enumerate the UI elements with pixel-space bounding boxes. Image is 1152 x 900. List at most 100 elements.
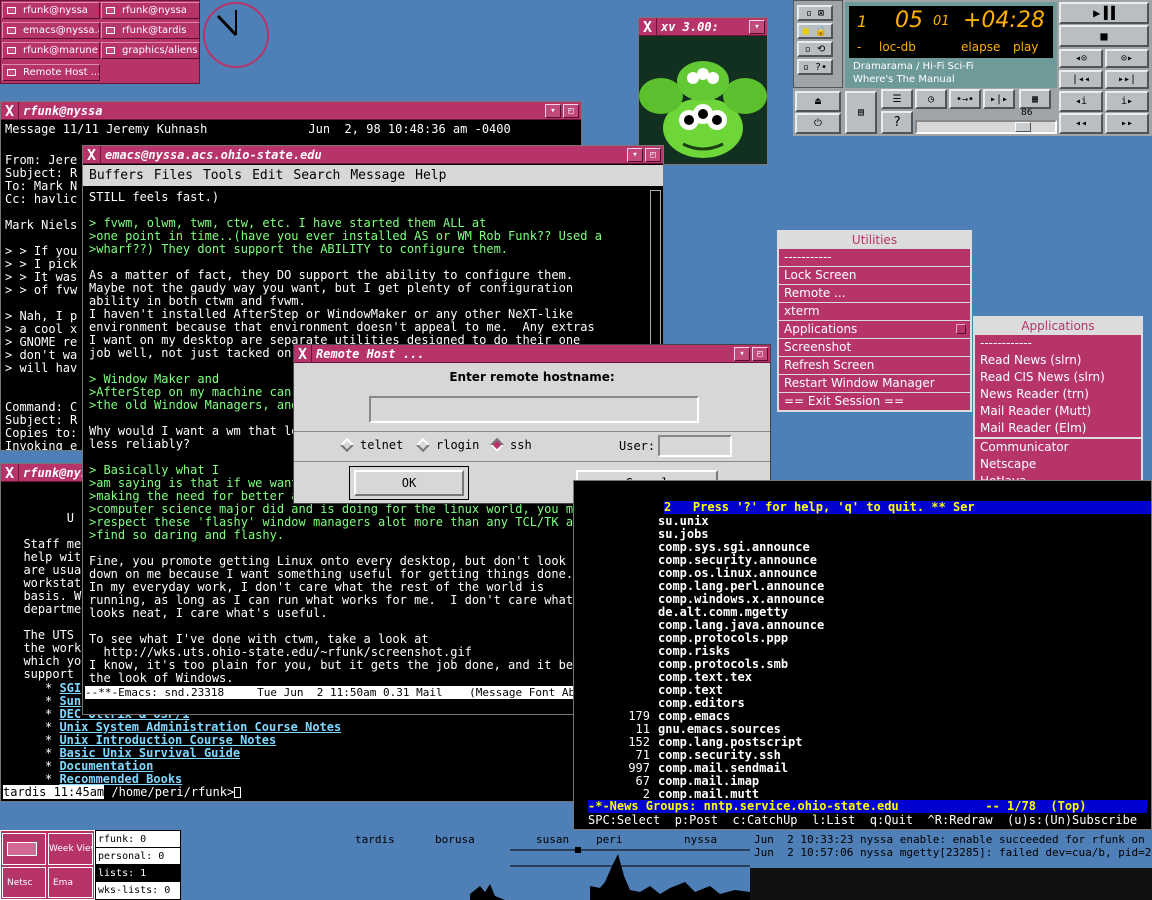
lynx-link[interactable]: Recommended Books (59, 772, 182, 786)
cd-db-icon[interactable]: ▤ (845, 91, 877, 134)
buffer-line: STILL feels fast.) (89, 190, 220, 204)
applications-menu-item[interactable]: News Reader (trn) (975, 386, 1141, 403)
emacs-menu-search[interactable]: Search (293, 168, 340, 183)
prev-track-icon[interactable]: |◂◂ (1059, 70, 1103, 89)
icon-manager-item[interactable]: rfunk@tardis (101, 22, 200, 39)
titlebar[interactable]: Xxv 3.00: ▾ (639, 17, 767, 36)
ok-button[interactable]: OK (354, 470, 464, 496)
user-input[interactable] (658, 435, 732, 457)
utilities-menu-item[interactable]: Lock Screen (779, 267, 970, 284)
cd-toggle[interactable]: ▫ ⊠ (797, 5, 833, 21)
stop-button[interactable]: ■ (1059, 25, 1149, 47)
iconify-icon[interactable]: ▾ (545, 103, 561, 118)
menu-title: Utilities (779, 232, 970, 249)
launcher-button-0[interactable] (2, 833, 46, 865)
rewind-icon[interactable]: ◂⊙ (1059, 49, 1103, 68)
mail-count-rfunk[interactable]: rfunk: 0 (96, 831, 180, 848)
titlebar[interactable]: X Remote Host ... ▾ ◰ (294, 344, 770, 363)
cd-help[interactable]: ▫ ?• (797, 59, 833, 75)
emacs-menu-buffers[interactable]: Buffers (89, 168, 144, 183)
applications-menu-item[interactable]: Read CIS News (slrn) (975, 369, 1141, 386)
icon-manager-item[interactable]: graphics/aliens (101, 42, 200, 59)
newsgroup-name: comp.os.linux.announce (658, 566, 817, 580)
lynx-link[interactable]: Unix Introduction Course Notes (59, 733, 276, 747)
timer-icon[interactable]: ◷ (915, 89, 947, 109)
utilities-menu-item[interactable]: Screenshot (779, 339, 970, 356)
cd-repeat[interactable]: ▫ ⟲ (797, 41, 833, 57)
applications-menu-item[interactable]: ------------ (975, 335, 1141, 352)
icon-manager-item[interactable]: rfunk@nyssa (101, 2, 200, 19)
resize-icon[interactable]: ◰ (645, 147, 661, 162)
iconify-icon[interactable]: ▾ (734, 346, 750, 361)
radio-icon (415, 437, 431, 453)
emacs-menu-files[interactable]: Files (154, 168, 193, 183)
mail-count-wks-lists[interactable]: wks-lists: 0 (96, 882, 180, 899)
scan-back-icon[interactable]: ◂◂ (1059, 113, 1103, 134)
radio-telnet[interactable]: telnet (339, 437, 403, 453)
emacs-menu-tools[interactable]: Tools (203, 168, 242, 183)
applications-menu-item[interactable]: Netscape (975, 456, 1141, 473)
mail-count-lists[interactable]: lists: 1 (96, 865, 180, 882)
shell-prompt[interactable]: tardis 11:45am /home/peri/rfunk> (3, 785, 573, 800)
keypad-icon[interactable]: ▦ (1019, 89, 1051, 109)
emacs-menu-help[interactable]: Help (415, 168, 446, 183)
utilities-menu-item[interactable]: ----------- (779, 249, 970, 266)
utilities-menu-item[interactable]: xterm (779, 303, 970, 320)
icon-manager-item[interactable]: rfunk@nyssa (2, 2, 100, 19)
radio-ssh[interactable]: ssh (489, 437, 532, 453)
launcher-week-view[interactable]: Week View (48, 833, 93, 865)
power-icon[interactable]: ⏻ (795, 113, 841, 134)
x-logo-icon: X (1, 101, 19, 120)
volume-thumb[interactable] (1015, 122, 1031, 132)
applications-menu-item[interactable]: Read News (slrn) (975, 352, 1141, 369)
lynx-link[interactable]: Sun (59, 694, 81, 708)
forward-icon[interactable]: ⊙▸ (1105, 49, 1149, 68)
play-pause-button[interactable]: ▶▐▐ (1059, 2, 1149, 24)
prev-index-icon[interactable]: ◂i (1059, 91, 1103, 112)
iconify-icon[interactable]: ▾ (749, 19, 765, 34)
lynx-link[interactable]: Basic Unix Survival Guide (59, 746, 240, 760)
next-index-icon[interactable]: i▸ (1105, 91, 1149, 112)
launcher-emacs[interactable]: Ema (48, 867, 93, 898)
icon-manager-item[interactable]: emacs@nyssa.a (2, 22, 100, 39)
applications-menu-item[interactable]: Mail Reader (Mutt) (975, 403, 1141, 420)
lynx-link[interactable]: Documentation (59, 759, 153, 773)
cd-index-small: 01 (933, 14, 950, 29)
scan-fwd-icon[interactable]: ▸▸ (1105, 113, 1149, 134)
menu-item-label: Communicator (980, 440, 1069, 454)
hostname-input[interactable] (369, 396, 699, 423)
icon-manager-item[interactable]: rfunk@marune (2, 42, 100, 59)
icon-manager-item[interactable]: Remote Host ... (2, 64, 100, 81)
titlebar[interactable]: Xemacs@nyssa.acs.ohio-state.edu ▾ ◰ (83, 145, 663, 164)
resize-icon[interactable]: ◰ (752, 346, 768, 361)
utilities-menu-item[interactable]: Remote ... (779, 285, 970, 302)
window-icon (7, 27, 16, 34)
mail-count-panel: rfunk: 0 personal: 0 lists: 1 wks-lists:… (95, 830, 181, 900)
emacs-menu-edit[interactable]: Edit (252, 168, 283, 183)
lynx-link[interactable]: SGI (59, 681, 81, 695)
applications-menu-item[interactable]: Mail Reader (Elm) (975, 420, 1141, 437)
mail-count-personal[interactable]: personal: 0 (96, 848, 180, 865)
applications-menu-item[interactable]: Communicator (975, 439, 1141, 456)
slrn-keys-line: SPC:Select p:Post c:CatchUp l:List q:Qui… (588, 814, 1138, 827)
utilities-menu-item[interactable]: Refresh Screen (779, 357, 970, 374)
lynx-link[interactable]: Unix System Administration Course Notes (59, 720, 341, 734)
launcher-netscape[interactable]: Netsc (2, 867, 46, 898)
resize-icon[interactable]: ◰ (563, 103, 579, 118)
sample-icon[interactable]: ▸|▸ (983, 89, 1015, 109)
radio-rlogin[interactable]: rlogin (415, 437, 479, 453)
next-track-icon[interactable]: ▸▸| (1105, 70, 1149, 89)
volume-slider[interactable] (915, 120, 1057, 134)
window-icon (106, 7, 115, 14)
iconify-icon[interactable]: ▾ (627, 147, 643, 162)
utilities-menu-item[interactable]: == Exit Session == (779, 393, 970, 410)
utilities-menu-item[interactable]: Restart Window Manager (779, 375, 970, 392)
ab-repeat-icon[interactable]: •→• (949, 89, 981, 109)
titlebar[interactable]: Xrfunk@nyssa▾◰ (1, 101, 581, 120)
emacs-menu-message[interactable]: Message (350, 168, 405, 183)
tracklist-icon[interactable]: ☰ (881, 89, 913, 109)
eject-icon[interactable]: ⏏ (795, 91, 841, 112)
cd-lock[interactable]: ■ 🔒 (797, 23, 833, 39)
utilities-menu-item[interactable]: Applications (779, 321, 970, 338)
help-button[interactable]: ? (881, 111, 913, 134)
